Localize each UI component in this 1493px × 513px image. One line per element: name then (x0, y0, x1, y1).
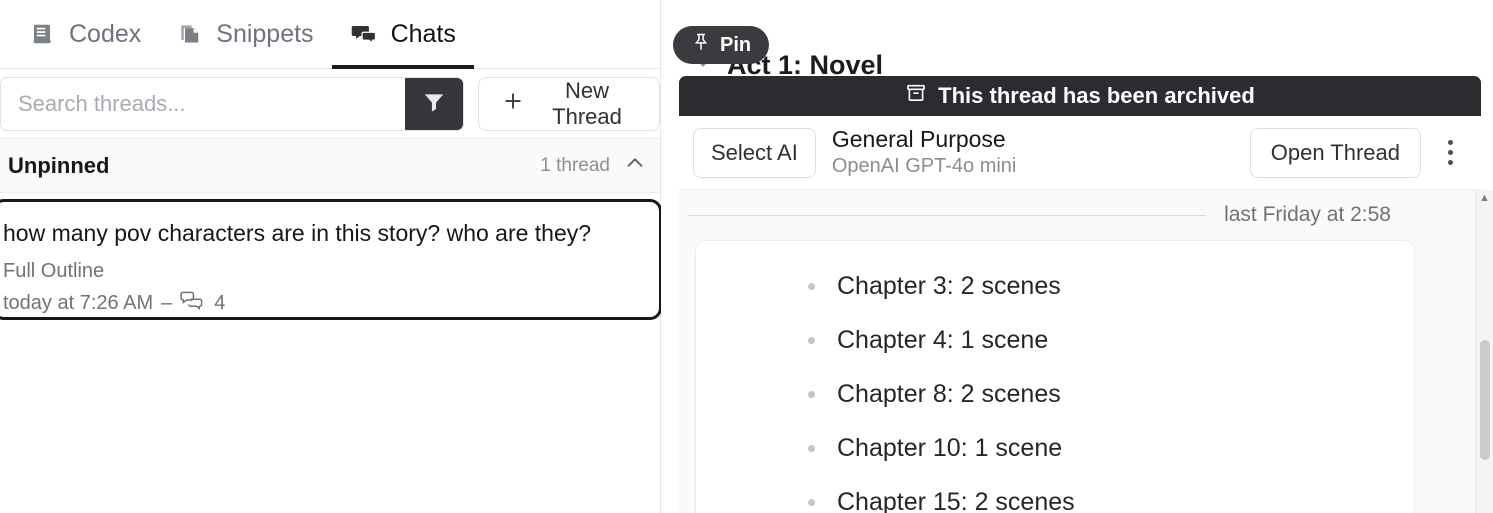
tab-chats[interactable]: Chats (331, 0, 475, 69)
conversation-body: last Friday at 2:58 Chapter 3: 2 scenes … (679, 190, 1415, 513)
list-item: Chapter 10: 1 scene (716, 421, 1394, 475)
threads-sidebar: Codex Snippets Chats Search threads... N… (0, 0, 662, 513)
open-thread-label: Open Thread (1270, 139, 1400, 165)
section-header-right: 1 thread (540, 152, 646, 179)
plus-icon (501, 89, 525, 119)
chats-icon (350, 21, 378, 47)
book-icon (30, 21, 56, 47)
chapter-label: Chapter 10: 1 scene (837, 433, 1063, 462)
chevron-up-icon[interactable] (624, 152, 646, 179)
chapter-list: Chapter 3: 2 scenes Chapter 4: 1 scene C… (716, 259, 1394, 513)
scroll-gutter (1415, 190, 1475, 513)
pin-tooltip: Pin (673, 26, 770, 64)
thread-meta-separator: – (161, 292, 173, 315)
conversation-date-label: last Friday at 2:58 (1224, 203, 1391, 226)
assistant-message-card: Chapter 3: 2 scenes Chapter 4: 1 scene C… (695, 240, 1415, 513)
thread-card[interactable]: how many pov characters are in this stor… (0, 199, 662, 320)
thread-message-count: 4 (214, 292, 226, 315)
thread-meta: today at 7:26 AM – 4 (3, 291, 639, 317)
tab-snippets-label: Snippets (216, 19, 314, 48)
open-thread-button[interactable]: Open Thread (1249, 127, 1421, 178)
unpinned-section-header[interactable]: Unpinned 1 thread (0, 139, 660, 193)
search-wrapper (0, 76, 464, 131)
chapter-label: Chapter 4: 1 scene (837, 325, 1049, 354)
new-thread-label: New Thread (552, 77, 622, 129)
chapter-label: Chapter 15: 2 scenes (837, 487, 1075, 513)
archived-banner: This thread has been archived (679, 76, 1481, 116)
list-item: Chapter 3: 2 scenes (716, 259, 1394, 313)
bullet-icon (808, 498, 815, 506)
bullet-icon (808, 390, 815, 398)
kebab-dot (1447, 160, 1453, 165)
thread-context: Full Outline (3, 259, 105, 282)
divider-line (687, 214, 1207, 216)
chapter-label: Chapter 8: 2 scenes (837, 379, 1061, 408)
tab-chats-label: Chats (390, 19, 456, 48)
comments-icon (180, 291, 206, 317)
tab-codex-label: Codex (69, 19, 142, 48)
search-row: New Thread (0, 69, 660, 139)
filter-funnel-icon (421, 89, 447, 118)
app-root: Codex Snippets Chats Search threads... N… (0, 0, 1493, 513)
new-thread-button[interactable]: New Thread (478, 76, 660, 131)
list-item: Chapter 15: 2 scenes (716, 475, 1394, 513)
thread-header-bar: Select AI General Purpose OpenAI GPT-4o … (679, 116, 1481, 190)
section-title: Unpinned (8, 152, 110, 178)
archive-box-icon (905, 82, 927, 110)
tab-codex[interactable]: Codex (12, 0, 159, 69)
pushpin-icon (691, 32, 711, 58)
thread-title: how many pov characters are in this stor… (3, 220, 592, 246)
list-item: Chapter 4: 1 scene (716, 313, 1394, 367)
tab-snippets[interactable]: Snippets (159, 0, 331, 69)
sidebar-tabbar: Codex Snippets Chats (0, 0, 660, 69)
archived-banner-label: This thread has been archived (938, 83, 1255, 108)
section-thread-count: 1 thread (540, 154, 610, 176)
ai-info: General Purpose OpenAI GPT-4o mini (832, 126, 1017, 179)
thread-detail-panel: Act 1: Novel Pin This thread has been ar… (661, 0, 1493, 513)
scroll-up-arrow-icon[interactable]: ▲ (1476, 190, 1493, 206)
select-ai-button[interactable]: Select AI (693, 127, 816, 178)
list-item: Chapter 8: 2 scenes (716, 367, 1394, 421)
thread-timestamp: today at 7:26 AM (3, 292, 154, 315)
pin-tooltip-label: Pin (720, 33, 752, 56)
filter-button[interactable] (405, 77, 463, 130)
conversation-date-divider: last Friday at 2:58 (679, 190, 1415, 240)
conversation-scrollbar[interactable]: ▲ (1475, 190, 1493, 513)
more-vertical-icon[interactable] (1435, 131, 1465, 175)
scrollbar-thumb[interactable] (1480, 340, 1490, 460)
chapter-label: Chapter 3: 2 scenes (837, 271, 1061, 300)
bullet-icon (808, 444, 815, 452)
kebab-dot (1447, 140, 1453, 145)
thread-list: how many pov characters are in this stor… (0, 193, 662, 513)
search-input[interactable] (0, 76, 464, 131)
ai-name: General Purpose (831, 125, 1006, 152)
bullet-icon (808, 282, 815, 290)
kebab-dot (1447, 150, 1453, 155)
select-ai-label: Select AI (711, 139, 798, 165)
ai-model: OpenAI GPT-4o mini (831, 155, 1017, 178)
thread-header-actions: Open Thread (1249, 127, 1465, 178)
snippet-icon (177, 21, 203, 47)
bullet-icon (808, 336, 815, 344)
